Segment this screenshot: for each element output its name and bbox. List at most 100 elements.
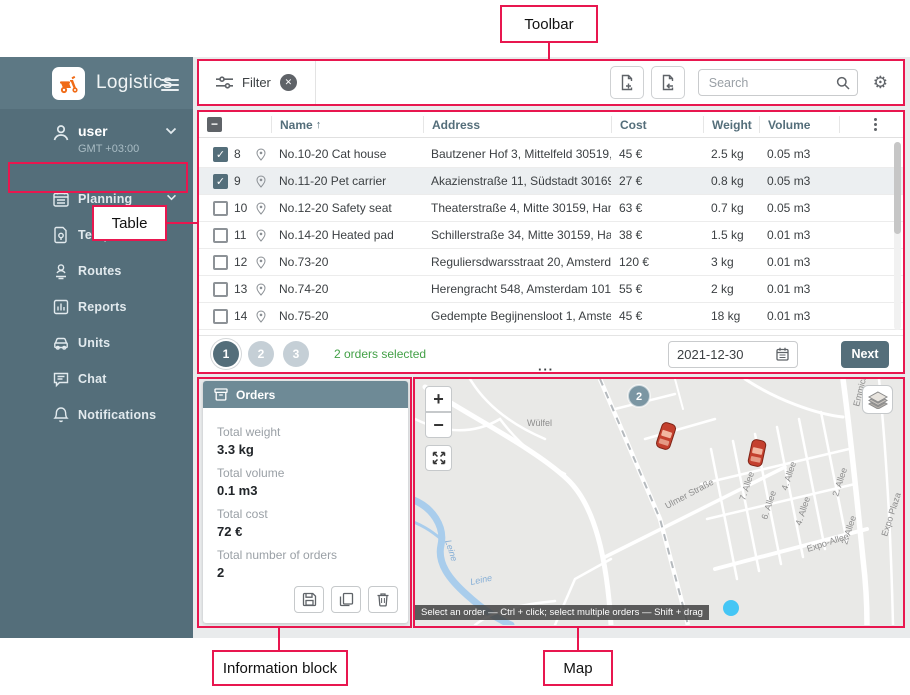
fullscreen-icon <box>432 451 446 465</box>
add-order-button[interactable] <box>610 66 644 99</box>
column-settings-kebab-icon[interactable] <box>872 116 879 133</box>
order-volume: 0.05 m3 <box>759 174 839 188</box>
order-cluster-marker[interactable]: 2 <box>628 385 650 407</box>
row-number: 13 <box>234 282 250 296</box>
order-address: Akazienstraße 11, Südstadt 30169, … <box>423 174 611 188</box>
template-icon <box>52 226 70 244</box>
scrollbar-thumb[interactable] <box>894 142 901 234</box>
layers-icon <box>868 391 888 409</box>
order-address: Gedempte Begijnensloot 1, Amster… <box>423 309 611 323</box>
sidebar-item-label: Notifications <box>78 408 156 422</box>
row-number: 9 <box>234 174 250 188</box>
order-volume: 0.01 m3 <box>759 255 839 269</box>
row-checkbox[interactable] <box>213 309 228 324</box>
row-number: 8 <box>234 147 250 161</box>
location-pin-icon <box>256 175 266 188</box>
order-address: Herengracht 548, Amsterdam 1017… <box>423 282 611 296</box>
order-name: No.75-20 <box>271 309 423 323</box>
document-plus-icon <box>619 74 635 91</box>
info-field-value: 3.3 kg <box>217 442 394 457</box>
table-row[interactable]: ✓9No.11-20 Pet carrierAkazienstraße 11, … <box>199 168 903 195</box>
settings-gear-icon[interactable]: ⚙ <box>873 74 888 91</box>
page-step-2[interactable]: 2 <box>248 341 274 367</box>
map[interactable]: WülfelUlmer Straße7. Allee6. Allee4. All… <box>415 379 903 625</box>
next-button[interactable]: Next <box>841 341 889 368</box>
filter-button[interactable]: Filter <box>242 75 271 90</box>
search-icon[interactable] <box>836 76 850 90</box>
import-order-button[interactable] <box>651 66 685 99</box>
filter-group: Filter ✕ <box>199 61 316 104</box>
sidebar-item-routes[interactable]: Routes <box>0 253 193 289</box>
row-checkbox[interactable] <box>213 201 228 216</box>
row-number: 10 <box>234 201 250 215</box>
pane-splitter-handle[interactable]: ··· <box>538 362 554 377</box>
table-row[interactable]: 12No.73-20Reguliersdwarsstraat 20, Amste… <box>199 249 903 276</box>
table-scrollbar <box>894 142 901 330</box>
info-field-label: Total number of orders <box>217 548 394 562</box>
hamburger-menu-icon[interactable] <box>161 76 179 94</box>
order-address: Schillerstraße 34, Mitte 30159, Han… <box>423 228 611 242</box>
select-all-checkbox[interactable]: − <box>207 117 222 132</box>
column-header-cost[interactable]: Cost <box>611 116 703 133</box>
column-header-address[interactable]: Address <box>423 116 611 133</box>
info-field-label: Total volume <box>217 466 394 480</box>
row-checkbox[interactable] <box>213 228 228 243</box>
map-zoom-out-button[interactable]: − <box>425 412 452 438</box>
user-menu[interactable]: user GMT +03:00 <box>0 109 193 167</box>
row-checkbox[interactable]: ✓ <box>213 174 228 189</box>
logistics-app-screenshot: Logistics user GMT +03:00 PlanningTempla… <box>0 0 910 695</box>
map-callout-label: Map <box>543 650 613 686</box>
toolbar-callout-label: Toolbar <box>500 5 598 43</box>
page-step-1[interactable]: 1 <box>213 341 239 367</box>
sidebar-item-reports[interactable]: Reports <box>0 289 193 325</box>
sidebar-item-label: Routes <box>78 264 122 278</box>
table-row[interactable]: 14No.75-20Gedempte Begijnensloot 1, Amst… <box>199 303 903 330</box>
sidebar-item-label: Reports <box>78 300 127 314</box>
row-checkbox[interactable] <box>213 255 228 270</box>
order-weight: 2.5 kg <box>703 147 759 161</box>
search-input[interactable] <box>699 70 857 95</box>
date-picker[interactable]: 2021-12-30 <box>668 341 798 368</box>
table-row[interactable]: ✓8No.10-20 Cat houseBautzener Hof 3, Mit… <box>199 141 903 168</box>
sidebar-item-chat[interactable]: Chat <box>0 361 193 397</box>
save-button[interactable] <box>294 586 324 613</box>
order-cost: 45 € <box>611 309 703 323</box>
location-dot-marker[interactable] <box>723 600 739 616</box>
column-header-weight[interactable]: Weight <box>703 116 759 133</box>
delete-button[interactable] <box>368 586 398 613</box>
sidebar-item-notifications[interactable]: Notifications <box>0 397 193 433</box>
map-layers-button[interactable] <box>862 385 893 414</box>
order-name: No.12-20 Safety seat <box>271 201 423 215</box>
copy-button[interactable] <box>331 586 361 613</box>
order-weight: 1.5 kg <box>703 228 759 242</box>
clear-filter-icon[interactable]: ✕ <box>280 74 297 91</box>
info-block-actions <box>294 586 398 613</box>
order-name: No.74-20 <box>271 282 423 296</box>
routes-icon <box>52 262 70 280</box>
chat-icon <box>52 370 70 388</box>
sort-asc-icon: ↑ <box>316 119 322 131</box>
info-field-label: Total cost <box>217 507 394 521</box>
filter-sliders-icon[interactable] <box>216 75 233 90</box>
row-number: 12 <box>234 255 250 269</box>
table-row[interactable]: 11No.14-20 Heated padSchillerstraße 34, … <box>199 222 903 249</box>
copy-icon <box>339 592 354 607</box>
row-checkbox[interactable] <box>213 282 228 297</box>
map-zoom-in-button[interactable]: + <box>425 386 452 412</box>
order-volume: 0.05 m3 <box>759 201 839 215</box>
location-pin-icon <box>256 148 266 161</box>
table-row[interactable]: 10No.12-20 Safety seatTheaterstraße 4, M… <box>199 195 903 222</box>
user-name: user <box>78 123 179 139</box>
order-name: No.10-20 Cat house <box>271 147 423 161</box>
sidebar-item-units[interactable]: Units <box>0 325 193 361</box>
map-fullscreen-button[interactable] <box>425 445 452 471</box>
column-header-volume[interactable]: Volume <box>759 116 839 133</box>
row-checkbox[interactable]: ✓ <box>213 147 228 162</box>
order-weight: 0.7 kg <box>703 201 759 215</box>
user-timezone: GMT +03:00 <box>78 143 179 155</box>
table-callout-label: Table <box>92 205 167 241</box>
column-header-name[interactable]: Name↑ <box>271 116 423 133</box>
page-step-3[interactable]: 3 <box>283 341 309 367</box>
bell-icon <box>52 406 70 424</box>
table-row[interactable]: 13 No.74-20Herengracht 548, Amsterdam 101… <box>199 276 903 303</box>
